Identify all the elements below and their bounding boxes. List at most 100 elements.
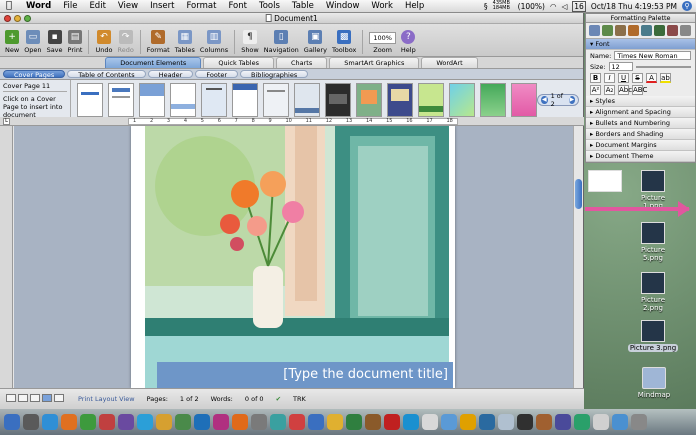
dock-app-icon[interactable] [422, 414, 438, 430]
zoom-control[interactable]: 100% Zoom [367, 32, 398, 54]
spelling-check-icon[interactable]: ✔ [276, 395, 281, 403]
small-caps-icon[interactable]: ABC [632, 85, 647, 95]
borders-section-header[interactable]: ▸ Borders and Shading [586, 129, 695, 140]
dock-app-icon[interactable] [346, 414, 362, 430]
dock-app-icon[interactable] [441, 414, 457, 430]
dock-app-icon[interactable] [213, 414, 229, 430]
dock-app-icon[interactable] [289, 414, 305, 430]
menu-font[interactable]: Font [222, 1, 253, 11]
cover-page-thumbnail[interactable] [263, 82, 290, 117]
cover-page-thumbnail[interactable] [480, 82, 507, 117]
dock-app-icon[interactable] [232, 414, 248, 430]
menu-tools[interactable]: Tools [253, 1, 286, 11]
draft-view-icon[interactable] [6, 394, 16, 402]
apple-icon[interactable]:  [6, 1, 16, 11]
menu-table[interactable]: Table [286, 1, 320, 11]
dock-app-icon[interactable] [80, 414, 96, 430]
project-palette-icon[interactable] [667, 25, 678, 36]
dock-app-icon[interactable] [479, 414, 495, 430]
print-layout-view-icon[interactable] [42, 394, 52, 402]
calendar-badge[interactable]: 16 [572, 0, 586, 12]
superscript-icon[interactable]: A² [590, 85, 601, 95]
cover-page-thumbnail[interactable] [77, 82, 104, 117]
theme-section-header[interactable]: ▸ Document Theme [586, 151, 695, 162]
menu-insert[interactable]: Insert [144, 1, 180, 11]
dock-app-icon[interactable] [498, 414, 514, 430]
tab-charts[interactable]: Charts [275, 57, 328, 68]
cover-page-thumbnail[interactable] [294, 82, 321, 117]
dock-app-icon[interactable] [403, 414, 419, 430]
menu-file[interactable]: File [57, 1, 83, 11]
menu-format[interactable]: Format [180, 1, 222, 11]
desktop-icon-mindmap[interactable]: Mindmap [634, 367, 674, 399]
cover-page-thumbnail[interactable] [170, 82, 197, 117]
publishing-view-icon[interactable] [30, 394, 40, 402]
italic-icon[interactable]: I [604, 73, 615, 83]
cover-page-thumbnail[interactable] [325, 82, 352, 117]
new-button[interactable]: + New [3, 30, 21, 54]
undo-button[interactable]: ↶ Undo [93, 30, 114, 54]
cover-page-thumbnail[interactable] [139, 82, 166, 117]
print-button[interactable]: ▤ Print [66, 30, 85, 54]
font-name-field[interactable]: Times New Roman [614, 51, 691, 60]
notebook-view-icon[interactable] [54, 394, 64, 402]
spotlight-icon[interactable]: ⚲ [682, 1, 692, 11]
dock-app-icon[interactable] [593, 414, 609, 430]
desktop-icon-picture-1[interactable]: Picture 1.png [630, 170, 676, 210]
bullets-section-header[interactable]: ▸ Bullets and Numbering [586, 118, 695, 129]
dock-app-icon[interactable] [137, 414, 153, 430]
open-button[interactable]: ▭ Open [22, 30, 43, 54]
tables-button[interactable]: ▦ Tables [173, 30, 197, 54]
format-button[interactable]: ✎ Format [145, 30, 172, 54]
cover-page-thumbnail[interactable] [418, 82, 445, 117]
dock-app-icon[interactable] [631, 414, 647, 430]
save-button[interactable]: ▪ Save [45, 30, 65, 54]
help-button[interactable]: ? Help [399, 30, 418, 54]
clock[interactable]: Oct/18 Thu 4:19:53 PM [591, 2, 677, 11]
dock-app-icon[interactable] [517, 414, 533, 430]
object-palette-icon[interactable] [602, 25, 613, 36]
strikethrough-icon[interactable]: S [632, 73, 643, 83]
gallery-button[interactable]: ▣ Gallery [302, 30, 329, 54]
font-color-icon[interactable]: A [646, 73, 657, 83]
dock-app-icon[interactable] [118, 414, 134, 430]
dock-app-icon[interactable] [384, 414, 400, 430]
subscript-icon[interactable]: A₂ [604, 85, 615, 95]
cover-page-thumbnail[interactable] [232, 82, 259, 117]
tab-selector-icon[interactable]: L [3, 118, 10, 125]
cover-page-thumbnail[interactable] [108, 82, 135, 117]
subtab-footer[interactable]: Footer [195, 70, 239, 79]
show-button[interactable]: ¶ Show [239, 30, 261, 54]
dock-app-icon[interactable] [365, 414, 381, 430]
dock-app-icon[interactable] [4, 414, 20, 430]
horizontal-ruler[interactable]: L 1 2 3 4 5 6 7 8 9 10 11 12 13 14 15 16 17 18 [0, 117, 584, 126]
volume-icon[interactable]: ◁ [561, 2, 567, 11]
dock-app-icon[interactable] [61, 414, 77, 430]
menu-edit[interactable]: Edit [83, 1, 111, 11]
dock-app-icon[interactable] [612, 414, 628, 430]
outline-view-icon[interactable] [18, 394, 28, 402]
zoom-button[interactable] [24, 14, 31, 22]
dock-app-icon[interactable] [175, 414, 191, 430]
scrapbook-icon[interactable] [628, 25, 639, 36]
navigation-button[interactable]: ▯ Navigation [262, 30, 301, 54]
formatting-tab-icon[interactable] [589, 25, 600, 36]
menu-help[interactable]: Help [399, 1, 430, 11]
cover-page-thumbnail[interactable] [449, 82, 476, 117]
margins-section-header[interactable]: ▸ Document Margins [586, 140, 695, 151]
dock-app-icon[interactable] [42, 414, 58, 430]
vertical-ruler[interactable] [0, 126, 13, 388]
cover-page-thumbnail[interactable] [511, 82, 538, 117]
dock-app-icon[interactable] [99, 414, 115, 430]
font-size-field[interactable]: 12 [608, 62, 633, 71]
desktop-icon-picture-2[interactable]: Picture 2.png [630, 272, 676, 312]
scrollbar-thumb[interactable] [575, 179, 582, 209]
subtab-cover-pages[interactable]: Cover Pages [3, 70, 66, 79]
font-section-header[interactable]: ▾ Font [586, 39, 695, 50]
subtab-table-of-contents[interactable]: Table of Contents [67, 70, 146, 79]
menu-app-word[interactable]: Word [20, 1, 57, 11]
redo-button[interactable]: ↷ Redo [115, 30, 135, 54]
dock-app-icon[interactable] [156, 414, 172, 430]
styles-section-header[interactable]: ▸ Styles [586, 96, 695, 107]
dock-app-icon[interactable] [327, 414, 343, 430]
